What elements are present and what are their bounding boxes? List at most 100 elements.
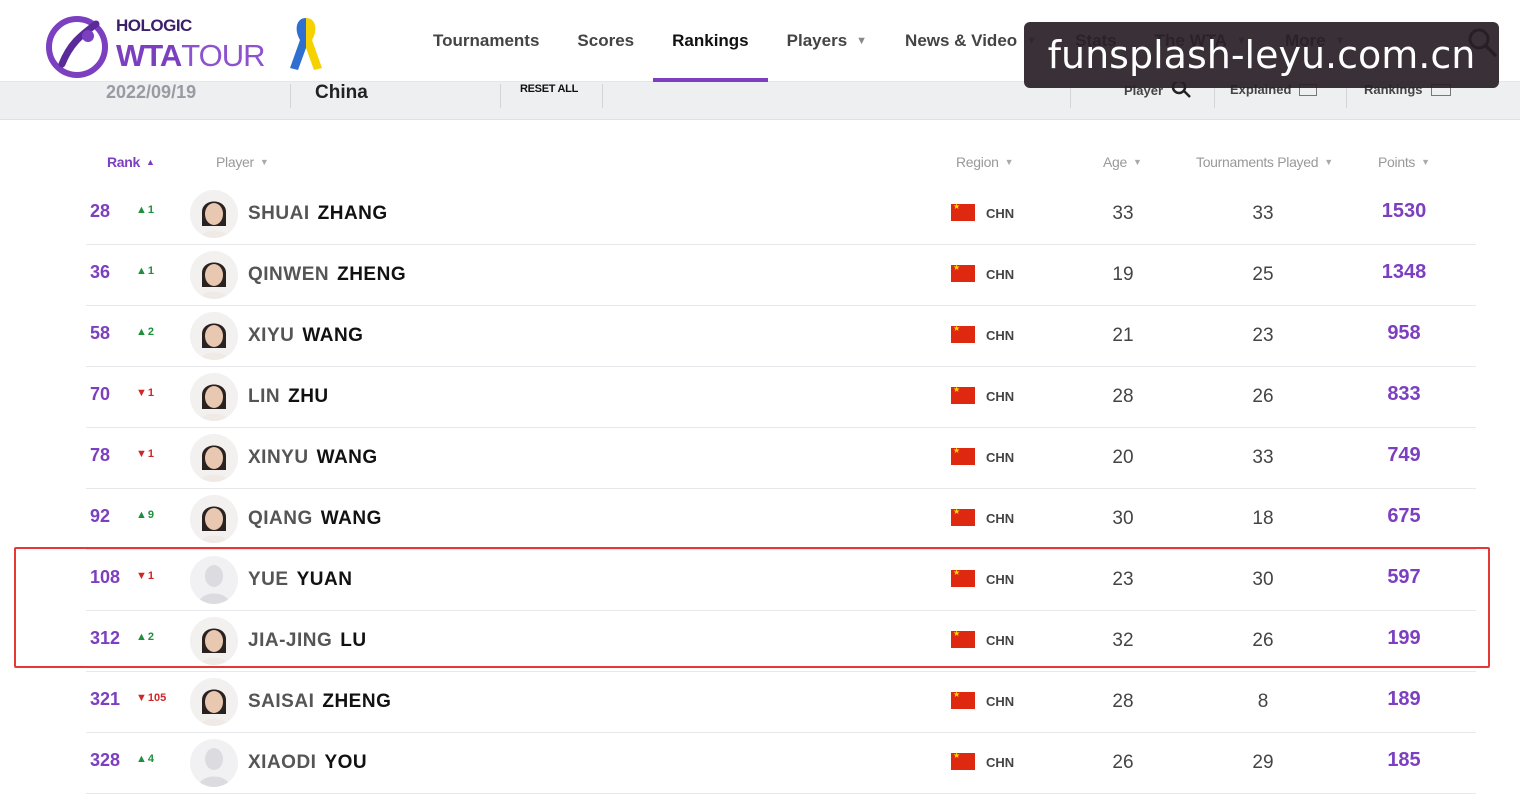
player-last-name: ZHANG <box>317 203 388 224</box>
table-row[interactable]: 312 ▲2 JIA-JING LU CHN 32 26 199 <box>86 611 1476 672</box>
player-avatar[interactable] <box>190 312 238 360</box>
rank-movement-value: 1 <box>147 204 155 216</box>
arrow-up-icon: ▲ <box>136 509 147 521</box>
wta-logo[interactable]: HOLOGIC WTATOUR <box>44 8 284 78</box>
rankings-table-header: Rank ▲ Player ▼ Region ▼ Age ▼ Tournaments P… <box>0 150 1520 176</box>
player-last-name: LU <box>340 630 367 651</box>
region-code: CHN <box>986 206 1015 221</box>
rank-movement: ▲ 9 <box>136 509 154 521</box>
china-flag-icon <box>951 446 975 465</box>
player-name-link[interactable]: QIANG WANG <box>248 508 382 530</box>
player-name-link[interactable]: SAISAI ZHENG <box>248 691 391 713</box>
player-name-link[interactable]: LIN ZHU <box>248 386 329 408</box>
ranking-points: 749 <box>1387 444 1421 466</box>
player-avatar[interactable] <box>190 678 238 726</box>
nav-item-scores[interactable]: Scores <box>558 0 653 82</box>
ranking-points: 958 <box>1387 322 1421 344</box>
player-avatar[interactable] <box>190 373 238 421</box>
player-age: 33 <box>1112 203 1134 224</box>
nav-item-tournaments[interactable]: Tournaments <box>414 0 558 82</box>
player-avatar[interactable] <box>190 190 238 238</box>
rank-column-header[interactable]: Rank ▲ <box>107 154 155 170</box>
region-code: CHN <box>986 755 1015 770</box>
age-column-header[interactable]: Age ▼ <box>1103 154 1142 170</box>
rank-number: 36 <box>90 262 111 282</box>
region-column-header[interactable]: Region ▼ <box>956 154 1013 170</box>
player-age: 20 <box>1112 447 1134 468</box>
player-name-link[interactable]: XIYU WANG <box>248 325 363 347</box>
player-name-link[interactable]: JIA-JING LU <box>248 630 367 652</box>
table-row[interactable]: 58 ▲2 XIYU WANG CHN 21 23 958 <box>86 306 1476 367</box>
rank-number: 92 <box>90 506 111 526</box>
player-age: 23 <box>1112 569 1134 590</box>
rank-movement-value: 2 <box>147 326 155 338</box>
nav-item-label: Players <box>786 31 848 50</box>
nav-item-players[interactable]: Players ▼ <box>768 0 886 82</box>
tournaments-played: 33 <box>1252 447 1274 468</box>
player-first-name: JIA-JING <box>248 630 333 651</box>
rank-movement-value: 1 <box>147 387 155 399</box>
rank-movement: ▼ 1 <box>136 570 154 582</box>
china-flag-icon <box>951 324 975 343</box>
player-avatar[interactable] <box>190 251 238 299</box>
china-flag-icon <box>951 263 975 282</box>
tournaments-played-column-header[interactable]: Tournaments Played ▼ <box>1196 154 1333 170</box>
rank-number: 70 <box>90 384 111 404</box>
arrow-up-icon: ▲ <box>136 326 147 338</box>
player-avatar[interactable] <box>190 556 238 604</box>
table-row[interactable]: 78 ▼1 XINYU WANG CHN 20 33 749 <box>86 428 1476 489</box>
points-column-header[interactable]: Points ▼ <box>1378 154 1430 170</box>
player-age: 32 <box>1112 630 1134 651</box>
arrow-down-icon: ▼ <box>136 448 147 460</box>
date-filter[interactable]: 2022/09/19 <box>106 82 196 103</box>
player-name-link[interactable]: YUE YUAN <box>248 569 352 591</box>
player-avatar[interactable] <box>190 739 238 787</box>
wta-logo-text: WTATOUR <box>116 38 266 73</box>
region-code: CHN <box>986 450 1015 465</box>
table-row[interactable]: 36 ▲1 QINWEN ZHENG CHN 19 25 1348 <box>86 245 1476 306</box>
chevron-down-icon: ▼ <box>259 157 269 167</box>
player-avatar[interactable] <box>190 617 238 665</box>
region-code: CHN <box>986 633 1015 648</box>
table-row[interactable]: 321 ▼105 SAISAI ZHENG CHN 28 8 189 <box>86 672 1476 733</box>
ranking-points: 189 <box>1387 688 1421 710</box>
player-age: 26 <box>1112 752 1134 773</box>
rank-number: 108 <box>90 567 121 587</box>
rank-movement: ▲ 1 <box>136 204 154 216</box>
ukraine-ribbon-icon <box>290 18 322 70</box>
rank-number: 312 <box>90 628 121 648</box>
region-code: CHN <box>986 572 1015 587</box>
arrow-down-icon: ▼ <box>136 387 147 399</box>
player-first-name: YUE <box>248 569 289 590</box>
arrow-up-icon: ▲ <box>136 631 147 643</box>
rank-number: 28 <box>90 201 111 221</box>
player-age: 21 <box>1112 325 1134 346</box>
player-name-link[interactable]: QINWEN ZHENG <box>248 264 406 286</box>
chevron-down-icon: ▼ <box>1004 157 1014 167</box>
player-column-header[interactable]: Player ▼ <box>216 154 269 170</box>
player-name-link[interactable]: XINYU WANG <box>248 447 378 469</box>
rank-movement-value: 4 <box>147 753 155 765</box>
player-first-name: QINWEN <box>248 264 330 285</box>
player-avatar[interactable] <box>190 434 238 482</box>
rank-movement: ▲ 2 <box>136 631 154 643</box>
player-first-name: QIANG <box>248 508 313 529</box>
player-first-name: LIN <box>248 386 281 407</box>
ranking-points: 1348 <box>1381 261 1427 283</box>
table-row[interactable]: 108 ▼1 YUE YUAN CHN 23 30 597 <box>86 550 1476 611</box>
table-row[interactable]: 92 ▲9 QIANG WANG CHN 30 18 675 <box>86 489 1476 550</box>
reset-all-button[interactable]: RESET ALL <box>520 83 578 95</box>
country-filter[interactable]: China <box>315 82 368 104</box>
tournaments-played: 33 <box>1252 203 1274 224</box>
table-row[interactable]: 328 ▲4 XIAODI YOU CHN 26 29 185 <box>86 733 1476 794</box>
table-row[interactable]: 28 ▲1 SHUAI ZHANG CHN 33 33 1530 <box>86 184 1476 245</box>
player-avatar[interactable] <box>190 495 238 543</box>
ranking-points: 597 <box>1387 566 1421 588</box>
nav-item-rankings[interactable]: Rankings <box>653 0 768 82</box>
player-name-link[interactable]: XIAODI YOU <box>248 752 367 774</box>
arrow-up-icon: ▲ <box>136 265 147 277</box>
table-row[interactable]: 70 ▼1 LIN ZHU CHN 28 26 833 <box>86 367 1476 428</box>
player-name-link[interactable]: SHUAI ZHANG <box>248 203 388 225</box>
tournaments-played: 18 <box>1252 508 1274 529</box>
region-code: CHN <box>986 328 1015 343</box>
